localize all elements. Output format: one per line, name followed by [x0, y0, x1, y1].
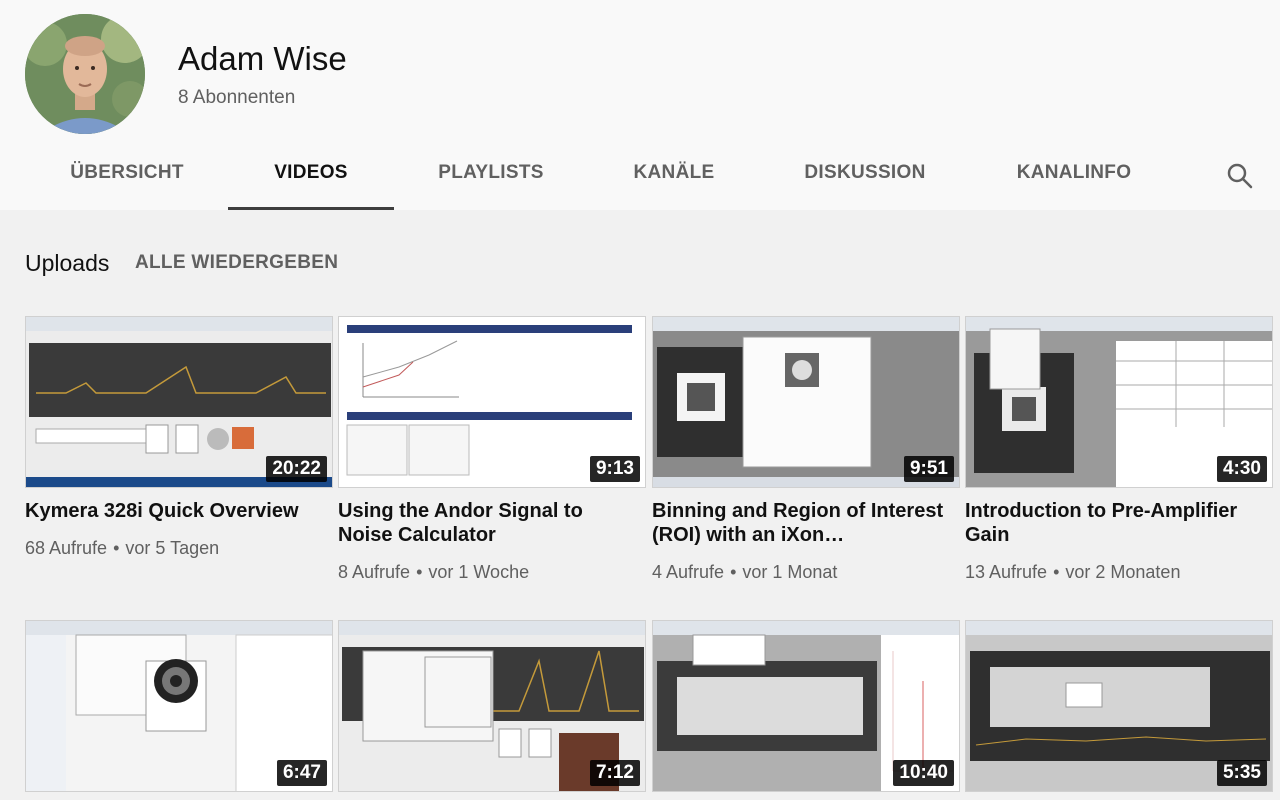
view-count: 8 Aufrufe: [338, 562, 411, 582]
video-thumbnail[interactable]: 4:30: [965, 316, 1273, 488]
play-all-button[interactable]: ALLE WIEDERGEBEN: [135, 252, 338, 274]
tab-videos[interactable]: VIDEOS: [228, 150, 394, 210]
upload-age: vor 1 Monat: [742, 562, 838, 582]
video-thumbnail[interactable]: 20:22: [25, 316, 333, 488]
uploads-heading: Uploads: [25, 250, 110, 276]
upload-age: vor 5 Tagen: [125, 538, 220, 558]
video-meta: 68 Aufrufe • vor 5 Tagen: [25, 538, 220, 558]
video-duration: 9:13: [589, 456, 640, 482]
search-icon[interactable]: [1222, 158, 1258, 194]
subscriber-count: 8 Abonnenten: [178, 87, 296, 108]
channel-name: Adam Wise: [178, 40, 347, 77]
channel-header: Adam Wise 8 Abonnenten ÜBERSICHT VIDEOS …: [0, 0, 1280, 210]
video-meta: 4 Aufrufe • vor 1 Monat: [652, 562, 838, 582]
channel-avatar[interactable]: [25, 14, 145, 134]
video-duration: 4:30: [1216, 456, 1267, 482]
tab-discussion[interactable]: DISKUSSION: [798, 150, 932, 210]
video-thumbnail[interactable]: 9:51: [652, 316, 960, 488]
tab-playlists[interactable]: PLAYLISTS: [430, 150, 552, 210]
video-title[interactable]: Binning and Region of Interest (ROI) wit…: [652, 499, 952, 547]
video-title[interactable]: Using the Andor Signal to Noise Calculat…: [338, 499, 638, 547]
video-duration: 5:35: [1216, 760, 1267, 786]
tab-about[interactable]: KANALINFO: [1008, 150, 1140, 210]
upload-age: vor 2 Monaten: [1065, 562, 1181, 582]
video-thumbnail[interactable]: 6:47: [25, 620, 333, 792]
tab-overview[interactable]: ÜBERSICHT: [64, 150, 190, 210]
video-meta: 13 Aufrufe • vor 2 Monaten: [965, 562, 1181, 582]
video-title[interactable]: Introduction to Pre-Amplifier Gain: [965, 499, 1265, 547]
video-duration: 9:51: [903, 456, 954, 482]
view-count: 13 Aufrufe: [965, 562, 1048, 582]
video-thumbnail[interactable]: 7:12: [338, 620, 646, 792]
tab-channels[interactable]: KANÄLE: [626, 150, 722, 210]
video-thumbnail[interactable]: 5:35: [965, 620, 1273, 792]
video-duration: 10:40: [893, 760, 954, 786]
video-thumbnail[interactable]: 10:40: [652, 620, 960, 792]
video-duration: 20:22: [266, 456, 327, 482]
video-thumbnail[interactable]: 9:13: [338, 316, 646, 488]
video-duration: 7:12: [589, 760, 640, 786]
video-meta: 8 Aufrufe • vor 1 Woche: [338, 562, 530, 582]
view-count: 68 Aufrufe: [25, 538, 108, 558]
upload-age: vor 1 Woche: [428, 562, 530, 582]
video-title[interactable]: Kymera 328i Quick Overview: [25, 499, 325, 523]
video-duration: 6:47: [276, 760, 327, 786]
view-count: 4 Aufrufe: [652, 562, 725, 582]
